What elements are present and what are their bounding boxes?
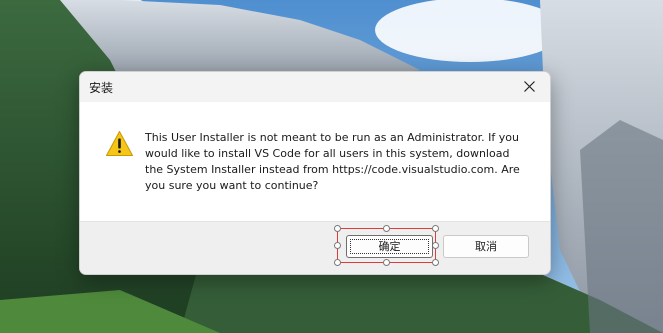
- dialog-footer: 确定 取消: [80, 221, 550, 274]
- close-icon: [524, 81, 535, 92]
- resize-handle-top-right: [432, 225, 439, 232]
- resize-handle-top-center: [383, 225, 390, 232]
- resize-handle-bottom-right: [432, 259, 439, 266]
- warning-triangle-icon: [106, 131, 133, 156]
- ok-button[interactable]: 确定: [346, 235, 433, 258]
- cancel-button[interactable]: 取消: [443, 235, 529, 258]
- dialog-message: This User Installer is not meant to be r…: [145, 131, 520, 192]
- resize-handle-bottom-center: [383, 259, 390, 266]
- resize-handle-middle-right: [432, 242, 439, 249]
- resize-handle-middle-left: [334, 242, 341, 249]
- resize-handle-bottom-left: [334, 259, 341, 266]
- resize-handle-top-left: [334, 225, 341, 232]
- installer-dialog: 安装 This User Installer is not meant to b…: [79, 71, 551, 275]
- close-button[interactable]: [510, 72, 550, 102]
- dialog-titlebar[interactable]: 安装: [80, 72, 550, 102]
- focus-ring: [350, 239, 429, 254]
- dialog-title: 安装: [89, 81, 114, 95]
- dialog-content: This User Installer is not meant to be r…: [80, 102, 550, 221]
- cancel-button-label: 取消: [475, 240, 497, 253]
